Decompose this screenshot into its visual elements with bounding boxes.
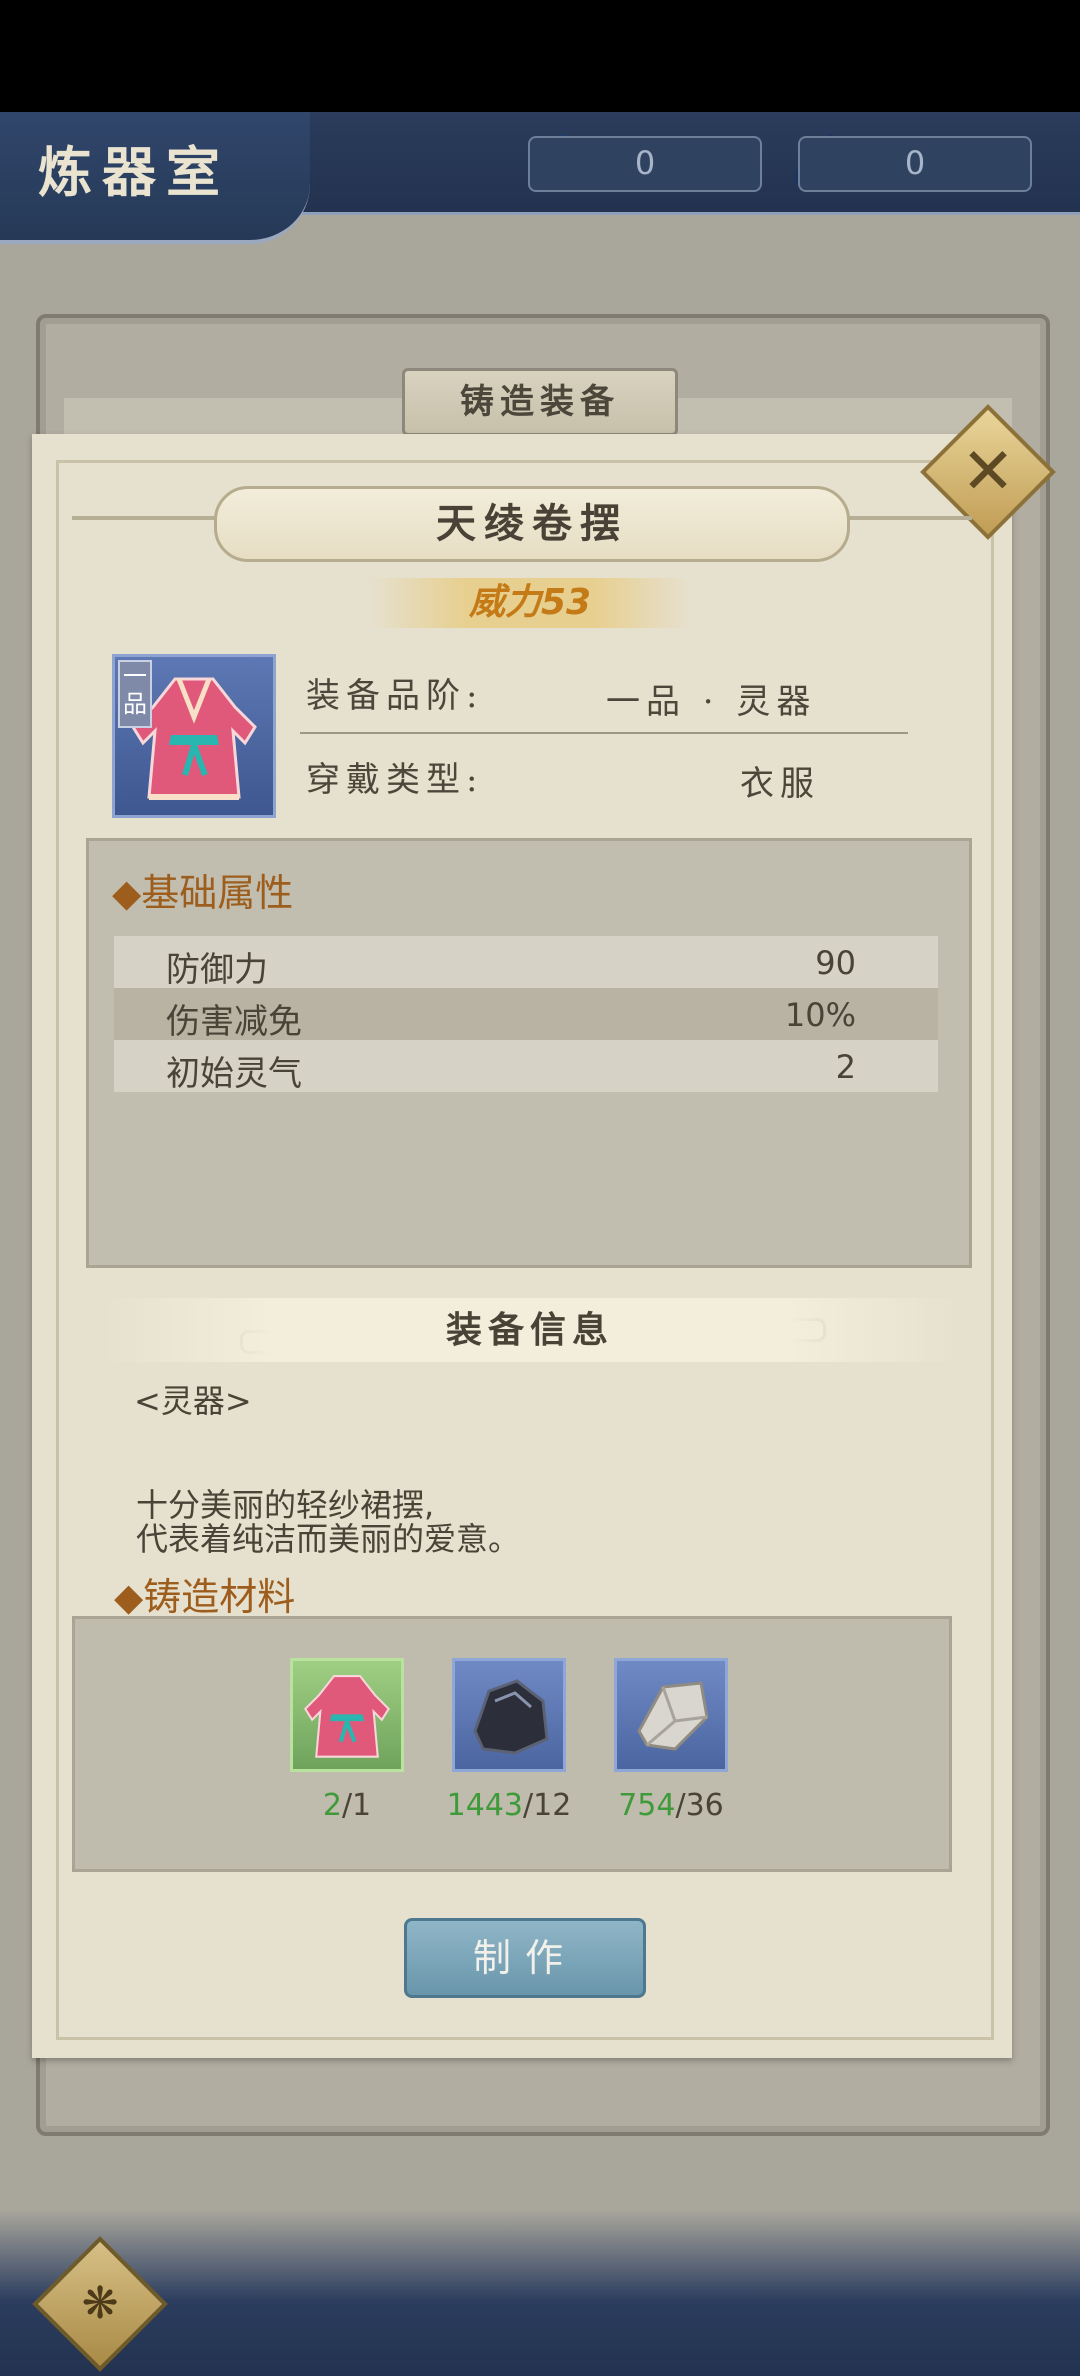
attribute-row: 伤害减免 10% [114, 988, 938, 1042]
attribute-row: 防御力 90 [114, 936, 938, 990]
attribute-name: 初始灵气 [166, 1054, 302, 1094]
attribute-value: 90 [815, 944, 856, 982]
material-need: /36 [675, 1788, 724, 1823]
description-line: 代表着纯洁而美丽的爱意。 [136, 1520, 521, 1558]
wear-type-value: 衣服 [740, 764, 820, 804]
material-have: 1443 [446, 1788, 524, 1823]
equipment-info-title: 装备信息 [445, 1309, 614, 1351]
ore-icon[interactable] [452, 1658, 566, 1772]
attribute-row: 初始灵气 2 [114, 1040, 938, 1094]
power-value: 威力53 [468, 582, 592, 623]
tab-forge-equipment[interactable]: 铸造装备 [402, 368, 678, 436]
item-category-tag: <灵器> [134, 1382, 252, 1420]
bottom-cloud-decoration [0, 2210, 1080, 2376]
quality-label: 装备品阶: [306, 676, 484, 716]
attribute-name: 防御力 [166, 950, 268, 990]
material-count-robe: 2/1 [262, 1788, 432, 1823]
tab-forge-equipment-label: 铸造装备 [460, 382, 620, 422]
material-have: 2 [322, 1788, 342, 1823]
material-count-crystal: 754/36 [586, 1788, 756, 1823]
item-name: 天绫卷摆 [436, 500, 628, 547]
quality-value: 一品 · 灵器 [606, 682, 817, 722]
currency-1-value: 0 [634, 144, 656, 182]
material-count-ore: 1443/12 [424, 1788, 594, 1823]
currency-1: 0 [528, 136, 762, 192]
robe-icon[interactable] [290, 1658, 404, 1772]
info-divider [300, 732, 908, 734]
swirl-icon[interactable]: ❋ [60, 2264, 140, 2344]
make-button-label: 制作 [472, 1936, 577, 1980]
wear-type-label: 穿戴类型: [306, 760, 484, 800]
attribute-value: 10% [784, 996, 856, 1034]
attribute-value: 2 [835, 1048, 856, 1086]
materials-title: ◆铸造材料 [114, 1575, 296, 1619]
close-icon[interactable]: ✕ [948, 432, 1028, 512]
currency-2: 0 [798, 136, 1032, 192]
material-need: /1 [341, 1788, 372, 1823]
currency-2-value: 0 [904, 144, 926, 182]
item-name-banner: 天绫卷摆 [214, 486, 850, 562]
power-badge: 威力53 [370, 578, 690, 628]
material-have: 754 [618, 1788, 676, 1823]
grade-tag: 一品 [118, 660, 152, 728]
page-title: 炼器室 [38, 140, 230, 204]
make-button[interactable]: 制作 [404, 1918, 646, 1998]
attribute-name: 伤害减免 [166, 1002, 302, 1042]
crystal-icon[interactable] [614, 1658, 728, 1772]
base-attributes-title: ◆基础属性 [112, 871, 294, 915]
equipment-info-banner: 装备信息 [100, 1298, 960, 1362]
material-need: /12 [523, 1788, 572, 1823]
status-bar [0, 0, 1080, 112]
